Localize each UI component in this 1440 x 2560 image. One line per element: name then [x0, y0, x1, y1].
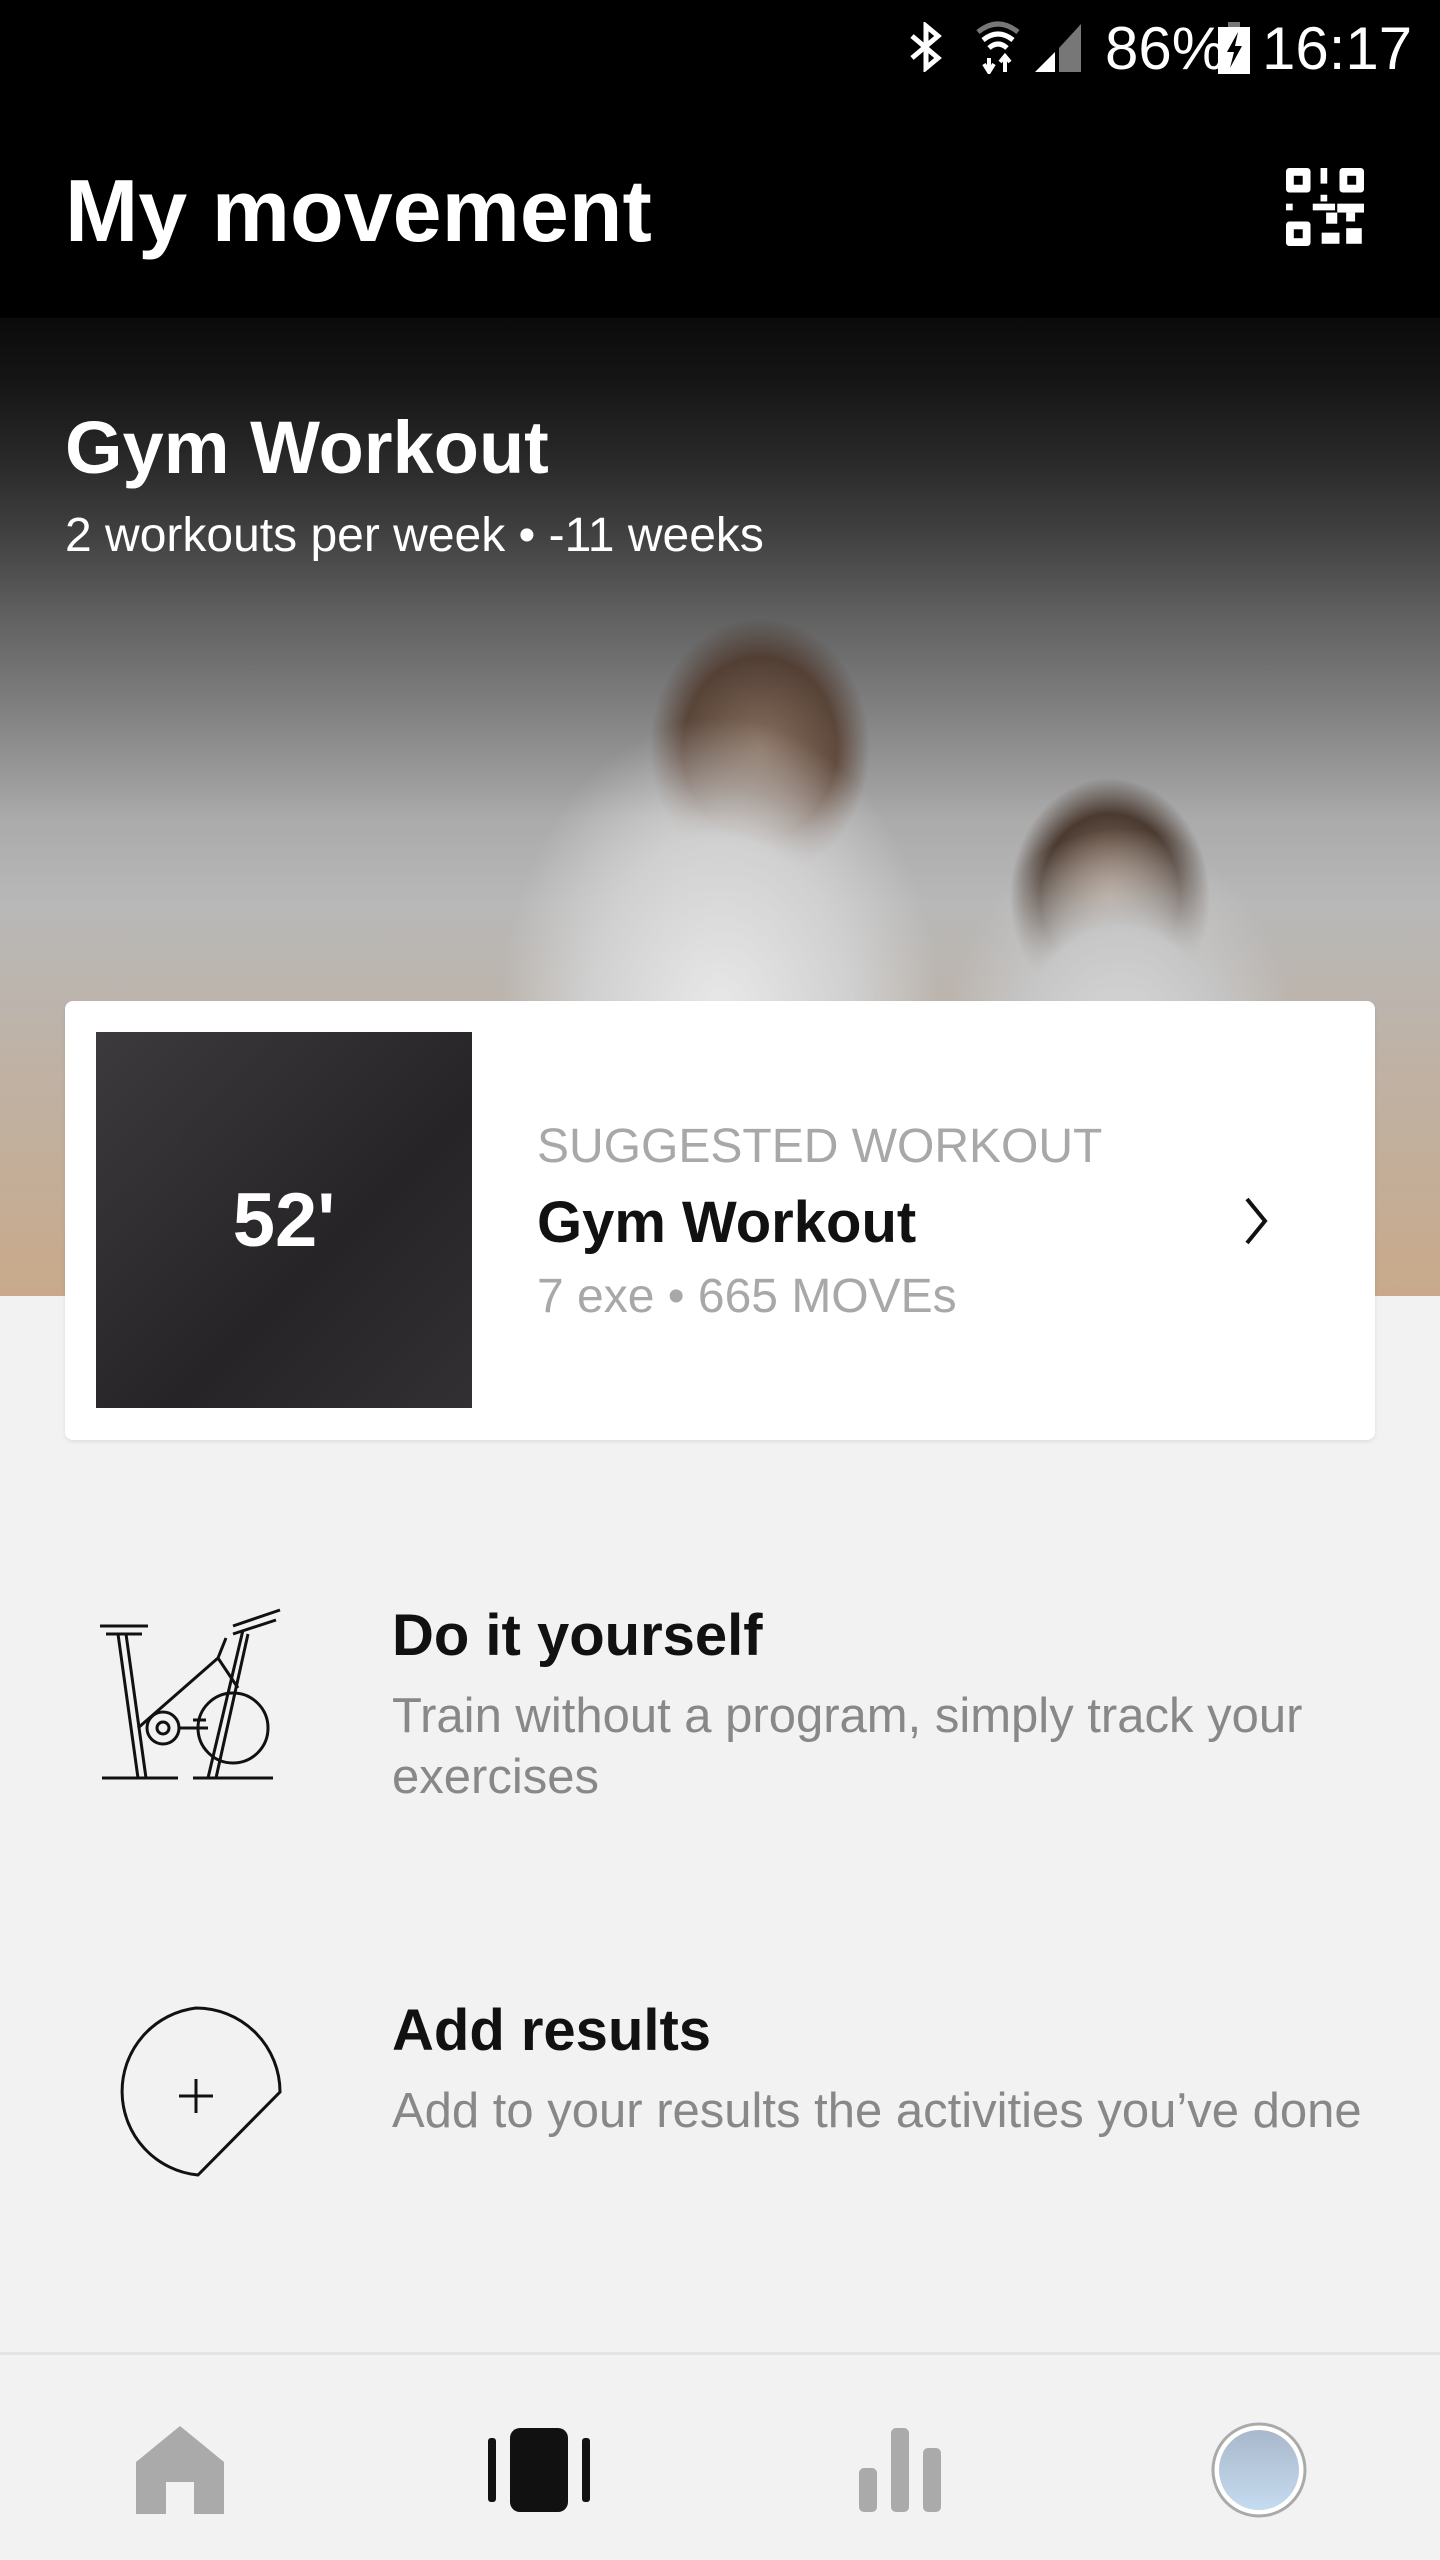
battery-charging-icon: [1218, 22, 1250, 74]
program-subtitle: 2 workouts per week • -11 weeks: [65, 509, 764, 562]
add-results-item[interactable]: Add results Add to your results the acti…: [0, 1975, 1440, 2215]
clock: 16:17: [1262, 15, 1413, 82]
exercise-bike-icon: [100, 1608, 281, 1780]
option-description: Train without a program, simply track yo…: [392, 1689, 1303, 1804]
option-title: Do it yourself: [392, 1603, 763, 1668]
status-bar: 86% 16:17: [0, 0, 1440, 100]
suggested-workout-card[interactable]: 52' SUGGESTED WORKOUT Gym Workout 7 exe …: [65, 1001, 1375, 1440]
add-circle-icon: [120, 2006, 282, 2177]
wifi-icon: [976, 21, 1020, 74]
option-title: Add results: [392, 1998, 712, 2063]
bluetooth-icon: [910, 22, 942, 72]
program-title[interactable]: Gym Workout: [65, 405, 549, 490]
do-it-yourself-item[interactable]: Do it yourself Train without a program, …: [0, 1580, 1440, 1820]
workout-thumbnail: 52': [96, 1032, 472, 1408]
workout-meta: 7 exe • 665 MOVEs: [537, 1270, 957, 1323]
nav-workout[interactable]: [479, 2415, 599, 2525]
profile-avatar: [1211, 2422, 1307, 2518]
option-description: Add to your results the activities you’v…: [392, 2084, 1362, 2138]
bottom-navigation: [0, 2352, 1440, 2560]
page-title: My movement: [65, 161, 652, 260]
nav-home[interactable]: [120, 2415, 240, 2525]
suggested-label: SUGGESTED WORKOUT: [537, 1120, 1103, 1173]
battery-percent: 86%: [1105, 15, 1226, 82]
hero-overlay: [0, 318, 1440, 818]
workout-name: Gym Workout: [537, 1190, 917, 1255]
stats-icon: [859, 2428, 941, 2512]
home-icon: [136, 2426, 224, 2514]
workout-duration: 52': [232, 1177, 336, 1263]
chevron-right-icon[interactable]: [1235, 1191, 1275, 1251]
nav-stats[interactable]: [840, 2415, 960, 2525]
qr-code-icon[interactable]: [1285, 168, 1365, 246]
nav-profile[interactable]: [1199, 2415, 1319, 2525]
signal-icon: [1035, 24, 1081, 72]
workout-icon: [488, 2428, 590, 2512]
